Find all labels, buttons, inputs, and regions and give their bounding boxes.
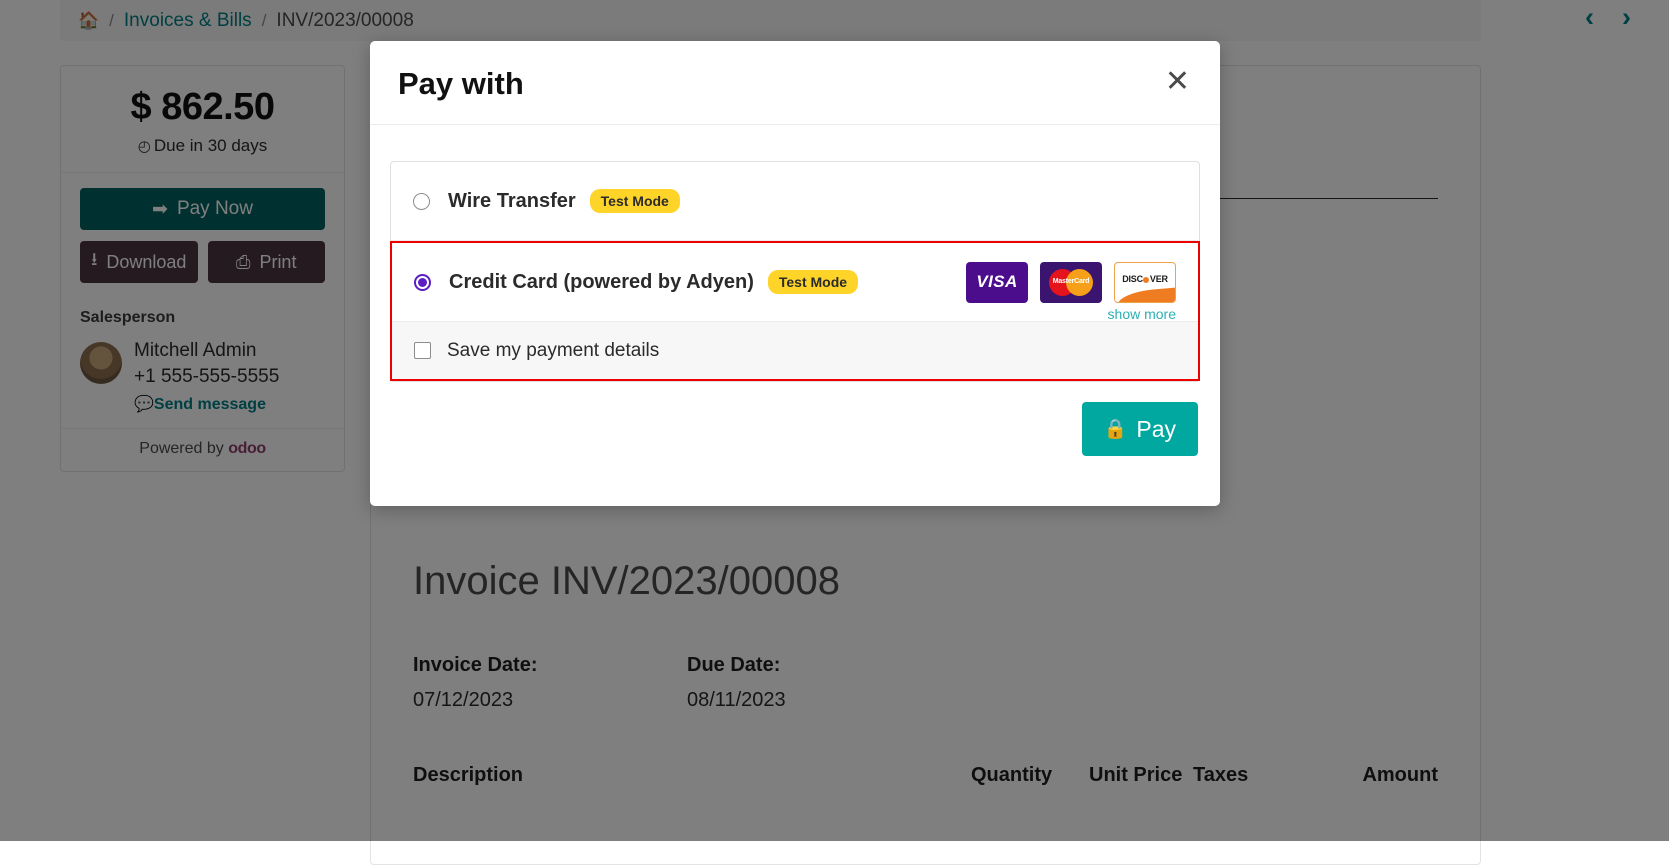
modal-header: Pay with ✕ xyxy=(370,41,1220,125)
pay-button[interactable]: 🔒 Pay xyxy=(1082,402,1198,456)
card-brand-icons: VISA MasterCard DISCVER show more xyxy=(966,262,1176,303)
save-payment-details-checkbox[interactable] xyxy=(414,342,431,359)
payment-option-label: Wire Transfer xyxy=(448,190,576,213)
payment-option-credit-card-group: Credit Card (powered by Adyen) Test Mode… xyxy=(390,241,1200,381)
payment-option-label: Credit Card (powered by Adyen) xyxy=(449,271,754,294)
mastercard-icon: MasterCard xyxy=(1040,262,1102,303)
status-badge: Test Mode xyxy=(768,270,858,294)
radio-wire-transfer[interactable] xyxy=(413,193,430,210)
payment-method-list: Wire Transfer Test Mode Credit Card (pow… xyxy=(390,161,1200,382)
discover-label-before: DISC xyxy=(1122,274,1143,284)
lock-icon: 🔒 xyxy=(1104,417,1128,441)
discover-icon: DISC VER xyxy=(1114,262,1176,303)
close-icon[interactable]: ✕ xyxy=(1163,66,1192,98)
discover-dot xyxy=(1143,277,1149,283)
radio-credit-card[interactable] xyxy=(414,274,431,291)
visa-label: VISA xyxy=(976,272,1017,292)
save-payment-details-row[interactable]: Save my payment details xyxy=(392,322,1198,379)
pay-with-modal: Pay with ✕ Wire Transfer Test Mode Credi… xyxy=(370,41,1220,506)
modal-body: Wire Transfer Test Mode Credit Card (pow… xyxy=(370,125,1220,506)
discover-label-after: VER xyxy=(1150,274,1168,284)
modal-title: Pay with xyxy=(398,66,524,102)
show-more-link[interactable]: show more xyxy=(1108,306,1176,322)
mastercard-label: MasterCard xyxy=(1040,278,1102,285)
payment-option-wire-transfer[interactable]: Wire Transfer Test Mode xyxy=(391,162,1199,241)
pay-button-label: Pay xyxy=(1136,416,1176,443)
payment-option-credit-card[interactable]: Credit Card (powered by Adyen) Test Mode… xyxy=(392,243,1198,322)
save-payment-details-label: Save my payment details xyxy=(447,340,659,362)
visa-icon: VISA xyxy=(966,262,1028,303)
status-badge: Test Mode xyxy=(590,189,680,213)
modal-footer: 🔒 Pay xyxy=(390,382,1200,486)
